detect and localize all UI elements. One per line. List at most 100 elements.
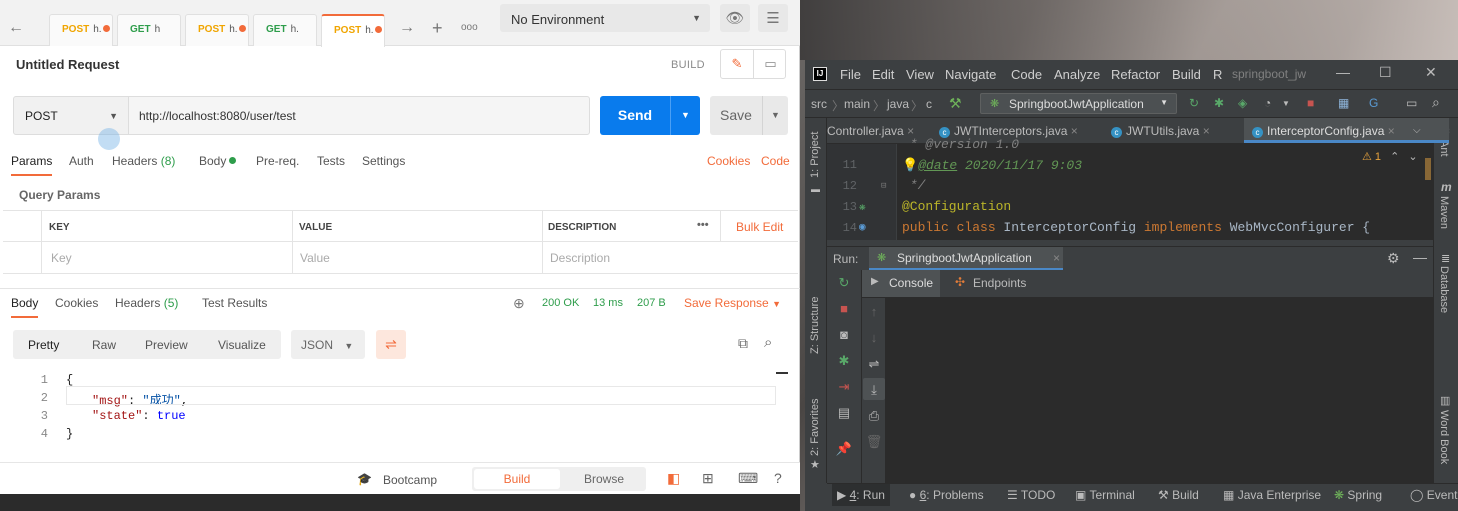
response-body-viewer[interactable]: 1 { 2 "msg": "成功", 3 "state": true 4 }: [0, 368, 790, 458]
soft-wrap-icon[interactable]: ⇌: [864, 356, 884, 372]
tool-window-project[interactable]: 1: Project: [809, 132, 821, 178]
hide-panel-icon[interactable]: —: [1413, 249, 1427, 265]
menu-analyze[interactable]: Analyze: [1054, 67, 1100, 82]
rerun-icon[interactable]: ↻: [1189, 96, 1199, 110]
search-icon[interactable]: ⌕: [764, 334, 772, 351]
tab-body[interactable]: Body: [199, 154, 237, 168]
format-select[interactable]: JSON ▼: [291, 330, 365, 359]
tool-spring[interactable]: ❋ Spring: [1334, 488, 1382, 502]
scroll-to-end-icon[interactable]: ⤓: [864, 382, 884, 398]
menu-edit[interactable]: Edit: [872, 67, 894, 82]
profiler-icon[interactable]: ◔: [1264, 96, 1271, 110]
close-icon[interactable]: ×: [1071, 124, 1078, 138]
layout-icon[interactable]: ▤: [834, 405, 854, 421]
camera-icon[interactable]: ◙: [834, 327, 854, 342]
send-options-chevron-icon[interactable]: ▼: [670, 96, 700, 135]
response-tab-cookies[interactable]: Cookies: [55, 296, 98, 310]
menu-navigate[interactable]: Navigate: [945, 67, 996, 82]
menu-code[interactable]: Code: [1011, 67, 1042, 82]
breadcrumb-item[interactable]: src: [811, 97, 827, 111]
run-configuration-select[interactable]: ❋ SpringbootJwtApplication ▼: [980, 93, 1177, 114]
chevron-down-icon[interactable]: ▼: [1282, 99, 1290, 108]
stop-icon[interactable]: ■: [834, 301, 854, 316]
scrollbar-marker[interactable]: [776, 372, 788, 374]
editor-tab-active[interactable]: c InterceptorConfig.java ×: [1252, 124, 1395, 138]
pin-icon[interactable]: 📌: [834, 441, 854, 457]
editor-tab[interactable]: c JWTInterceptors.java ×: [939, 124, 1078, 138]
view-raw-button[interactable]: Raw: [92, 338, 116, 352]
menu-build[interactable]: Build: [1172, 67, 1201, 82]
fold-icon[interactable]: ⊟: [881, 181, 886, 191]
view-pretty-button[interactable]: Pretty: [28, 338, 59, 352]
keyboard-shortcuts-icon[interactable]: ⌨: [738, 470, 758, 487]
browse-mode-button[interactable]: Browse: [562, 472, 646, 486]
translate-icon[interactable]: G: [1369, 96, 1378, 110]
project-structure-icon[interactable]: ▦: [1338, 96, 1349, 110]
code-editor[interactable]: 11 12 13 14 ❋ ◉ ⊟ * @version 1.0 💡@date …: [827, 137, 1433, 240]
request-tab[interactable]: GET h: [117, 14, 181, 46]
layout-icon[interactable]: ⊞: [702, 470, 714, 487]
breadcrumb-item[interactable]: main: [844, 97, 870, 111]
search-icon[interactable]: ⌕: [1432, 94, 1440, 111]
tool-window-structure[interactable]: Z: Structure: [809, 297, 821, 354]
maximize-icon[interactable]: ☐: [1379, 64, 1392, 81]
tool-todo[interactable]: ☰ TODO: [1007, 488, 1055, 502]
tool-java-enterprise[interactable]: ▦ Java Enterprise: [1223, 488, 1321, 502]
new-tab-plus-icon[interactable]: +: [432, 18, 443, 39]
description-input[interactable]: Description: [550, 251, 610, 265]
save-options-chevron-icon[interactable]: ▼: [762, 96, 788, 135]
tool-event-log[interactable]: ◯ Event: [1410, 488, 1457, 502]
build-hammer-icon[interactable]: ⚒: [949, 95, 962, 112]
bulk-edit-link[interactable]: Bulk Edit: [736, 220, 783, 234]
up-arrow-icon[interactable]: ↑: [864, 304, 884, 319]
response-tab-test-results[interactable]: Test Results: [202, 296, 267, 310]
tab-list-chevron-icon[interactable]: ⌵: [1413, 125, 1421, 136]
tab-endpoints[interactable]: Endpoints: [973, 276, 1026, 290]
tab-auth[interactable]: Auth: [69, 154, 94, 168]
scrollbar-marker[interactable]: [1425, 158, 1431, 180]
chevron-up-icon[interactable]: ⌃: [1390, 151, 1399, 163]
debug-icon[interactable]: ✱: [834, 353, 854, 369]
minimize-icon[interactable]: —: [1336, 64, 1350, 80]
tool-terminal[interactable]: ▣ Terminal: [1075, 488, 1135, 502]
build-mode-button[interactable]: Build: [474, 469, 560, 489]
rerun-icon[interactable]: ↻: [834, 275, 854, 291]
send-button[interactable]: Send: [600, 96, 670, 135]
tool-window-database[interactable]: Database: [1438, 266, 1450, 313]
print-icon[interactable]: ⎙: [864, 408, 884, 424]
tab-prereq[interactable]: Pre-req.: [256, 154, 299, 168]
pencil-icon[interactable]: ✎: [721, 50, 754, 78]
stop-icon[interactable]: ■: [1307, 96, 1314, 110]
response-time[interactable]: 13 ms: [593, 297, 623, 309]
response-tab-headers[interactable]: Headers (5): [115, 296, 178, 310]
eye-icon[interactable]: 👁: [720, 4, 750, 32]
menu-run[interactable]: R: [1213, 67, 1222, 82]
menu-file[interactable]: File: [840, 67, 861, 82]
tool-run[interactable]: ▶ 4: Run: [837, 488, 885, 502]
value-input[interactable]: Value: [300, 251, 330, 265]
presentation-icon[interactable]: ▭: [1406, 96, 1417, 110]
more-options-icon[interactable]: •••: [697, 219, 709, 231]
menu-view[interactable]: View: [906, 67, 934, 82]
close-icon[interactable]: ×: [1388, 124, 1395, 138]
tab-settings[interactable]: Settings: [362, 154, 405, 168]
coverage-icon[interactable]: ◈: [1238, 96, 1247, 110]
gear-icon[interactable]: ⚙: [1387, 250, 1400, 267]
help-icon[interactable]: ?: [774, 470, 782, 486]
back-arrow-icon[interactable]: ←: [8, 19, 24, 37]
implements-gutter-icon[interactable]: ◉: [859, 220, 866, 234]
tool-build[interactable]: ⚒ Build: [1158, 488, 1199, 502]
close-icon[interactable]: ×: [1203, 124, 1210, 138]
close-icon[interactable]: ×: [907, 124, 914, 138]
comment-icon[interactable]: ▭: [754, 50, 787, 78]
more-tabs-icon[interactable]: ooo: [461, 22, 478, 33]
spring-bean-icon[interactable]: ❋: [859, 200, 866, 214]
response-size[interactable]: 207 B: [637, 297, 666, 309]
close-icon[interactable]: ×: [1053, 251, 1060, 265]
debug-icon[interactable]: ✱: [1214, 96, 1224, 110]
environment-select[interactable]: No Environment ▼: [500, 4, 710, 32]
view-preview-button[interactable]: Preview: [145, 338, 188, 352]
request-tab[interactable]: POST h.: [49, 14, 113, 46]
status-code[interactable]: 200 OK: [542, 297, 579, 309]
tab-tests[interactable]: Tests: [317, 154, 345, 168]
